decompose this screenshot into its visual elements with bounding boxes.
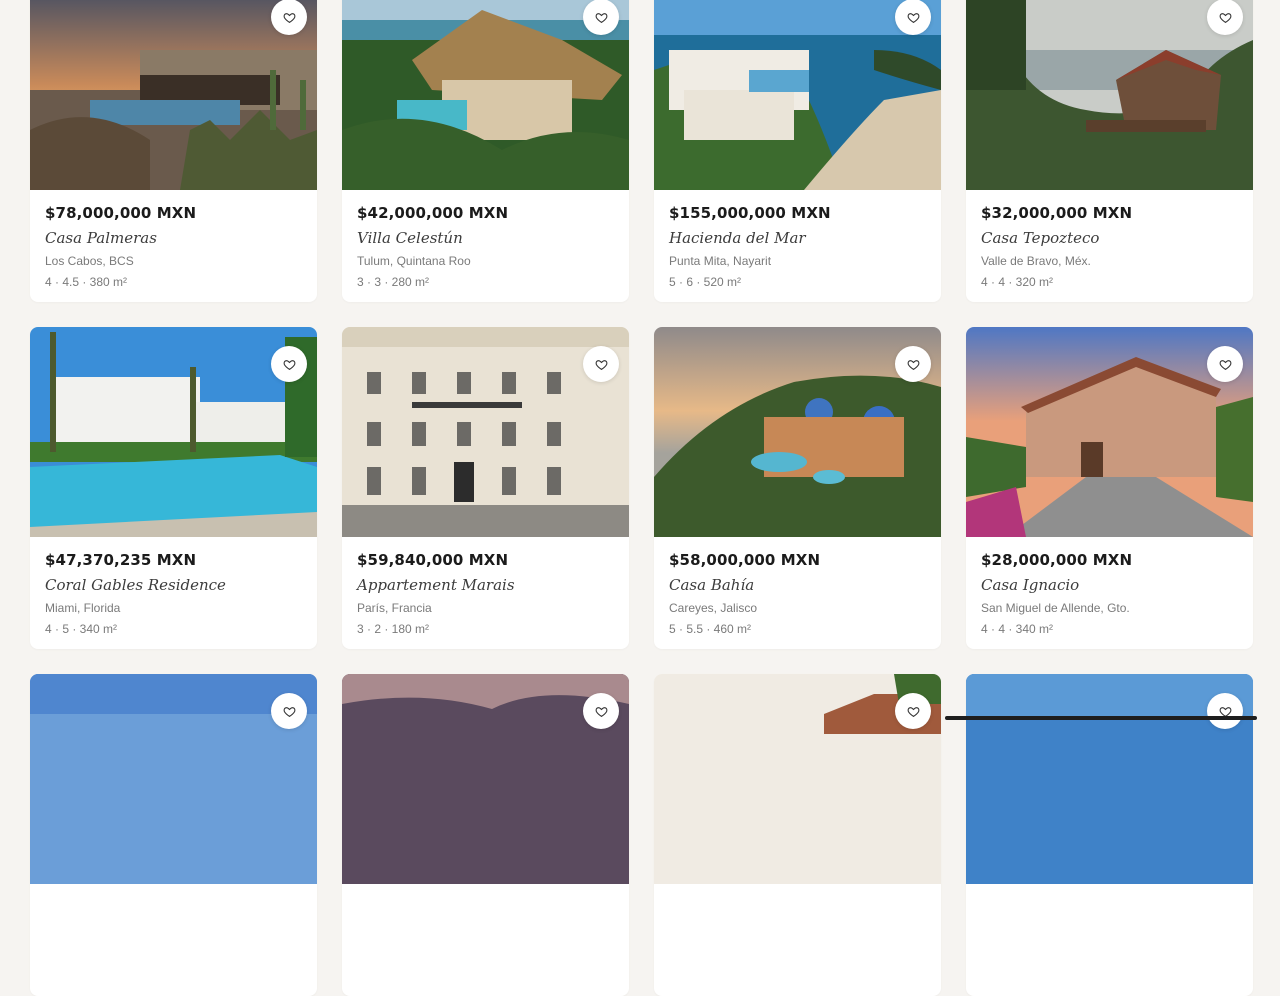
listing-location: Punta Mita, Nayarit xyxy=(669,254,772,268)
listing-info: $58,000,000 MXN Casa Bahía Careyes, Jali… xyxy=(654,537,941,636)
listing-card[interactable] xyxy=(30,674,317,996)
heart-outline-icon xyxy=(907,706,919,717)
listing-price: $155,000,000 MXN xyxy=(669,204,831,222)
listing-name[interactable]: Coral Gables Residence xyxy=(45,576,302,594)
favorite-button[interactable] xyxy=(271,346,307,382)
heart-outline-icon xyxy=(283,12,295,23)
favorite-button[interactable] xyxy=(583,693,619,729)
listing-info xyxy=(966,884,1253,898)
heart-outline-icon xyxy=(907,12,919,23)
favorite-button[interactable] xyxy=(895,693,931,729)
listing-location: Careyes, Jalisco xyxy=(669,601,758,615)
listing-photo-image xyxy=(966,0,1253,190)
listing-card[interactable] xyxy=(342,674,629,996)
listing-info: $78,000,000 MXN Casa Palmeras Los Cabos,… xyxy=(30,190,317,289)
listing-info: $28,000,000 MXN Casa Ignacio San Miguel … xyxy=(966,537,1253,636)
listing-photo[interactable] xyxy=(654,674,941,884)
listing-name[interactable]: Hacienda del Mar xyxy=(669,229,926,247)
listing-photo-image xyxy=(30,0,317,190)
listing-location: San Miguel de Allende, Gto. xyxy=(981,601,1130,615)
favorite-button[interactable] xyxy=(1207,0,1243,35)
listing-specs: 5 · 6 · 520 m² xyxy=(669,275,742,289)
listing-photo[interactable] xyxy=(654,0,941,190)
heart-outline-icon xyxy=(283,706,295,717)
heart-outline-icon xyxy=(595,12,607,23)
listing-info: $59,840,000 MXN Appartement Marais París… xyxy=(342,537,629,636)
listing-card[interactable]: $47,370,235 MXN Coral Gables Residence M… xyxy=(30,327,317,649)
heart-outline-icon xyxy=(1219,12,1231,23)
heart-outline-icon xyxy=(907,359,919,370)
heart-outline-icon xyxy=(283,359,295,370)
listing-card[interactable]: $78,000,000 MXN Casa Palmeras Los Cabos,… xyxy=(30,0,317,302)
heart-outline-icon xyxy=(595,359,607,370)
listing-price: $32,000,000 MXN xyxy=(981,204,1133,222)
listing-photo[interactable] xyxy=(342,674,629,884)
listing-card[interactable]: $32,000,000 MXN Casa Tepozteco Valle de … xyxy=(966,0,1253,302)
listing-location: Tulum, Quintana Roo xyxy=(357,254,471,268)
listing-specs: 5 · 5.5 · 460 m² xyxy=(669,622,752,636)
listing-specs: 4 · 4 · 340 m² xyxy=(981,622,1054,636)
listing-specs: 3 · 2 · 180 m² xyxy=(357,622,430,636)
listing-name[interactable]: Casa Palmeras xyxy=(45,229,302,247)
listing-card[interactable] xyxy=(966,674,1253,996)
favorite-button[interactable] xyxy=(1207,346,1243,382)
favorite-button[interactable] xyxy=(895,346,931,382)
listing-info xyxy=(654,884,941,898)
listing-photo[interactable] xyxy=(342,327,629,537)
listing-card[interactable]: $59,840,000 MXN Appartement Marais París… xyxy=(342,327,629,649)
listing-specs: 4 · 5 · 340 m² xyxy=(45,622,118,636)
listing-location: Los Cabos, BCS xyxy=(45,254,134,268)
listing-price: $47,370,235 MXN xyxy=(45,551,197,569)
listing-price: $78,000,000 MXN xyxy=(45,204,197,222)
listing-info xyxy=(342,884,629,898)
listing-name[interactable]: Villa Celestún xyxy=(357,229,614,247)
listing-photo[interactable] xyxy=(966,674,1253,884)
listings-grid: $78,000,000 MXN Casa Palmeras Los Cabos,… xyxy=(30,0,1253,996)
listing-photo-image xyxy=(654,0,941,190)
favorite-button[interactable] xyxy=(271,0,307,35)
listing-info: $47,370,235 MXN Coral Gables Residence M… xyxy=(30,537,317,636)
listing-info: $155,000,000 MXN Hacienda del Mar Punta … xyxy=(654,190,941,289)
listing-name[interactable]: Casa Bahía xyxy=(669,576,926,594)
listing-card[interactable] xyxy=(654,674,941,996)
favorite-button[interactable] xyxy=(895,0,931,35)
listing-location: París, Francia xyxy=(357,601,432,615)
listing-location: Valle de Bravo, Méx. xyxy=(981,254,1091,268)
listing-photo[interactable] xyxy=(654,327,941,537)
listing-photo[interactable] xyxy=(966,0,1253,190)
listing-card[interactable]: $58,000,000 MXN Casa Bahía Careyes, Jali… xyxy=(654,327,941,649)
floating-toolbar-edge[interactable] xyxy=(945,716,1257,720)
listing-specs: 3 · 3 · 280 m² xyxy=(357,275,430,289)
favorite-button[interactable] xyxy=(271,693,307,729)
listing-price: $59,840,000 MXN xyxy=(357,551,509,569)
heart-outline-icon xyxy=(595,706,607,717)
listing-photo[interactable] xyxy=(30,674,317,884)
heart-outline-icon xyxy=(1219,359,1231,370)
listing-photo-image xyxy=(342,0,629,190)
listing-price: $28,000,000 MXN xyxy=(981,551,1133,569)
listing-price: $42,000,000 MXN xyxy=(357,204,509,222)
listing-name[interactable]: Appartement Marais xyxy=(357,576,614,594)
favorite-button[interactable] xyxy=(583,0,619,35)
listing-name[interactable]: Casa Tepozteco xyxy=(981,229,1238,247)
listing-photo[interactable] xyxy=(342,0,629,190)
listing-info xyxy=(30,884,317,898)
favorite-button[interactable] xyxy=(583,346,619,382)
listing-price: $58,000,000 MXN xyxy=(669,551,821,569)
listing-info: $42,000,000 MXN Villa Celestún Tulum, Qu… xyxy=(342,190,629,289)
listing-photo[interactable] xyxy=(966,327,1253,537)
listing-photo[interactable] xyxy=(30,0,317,190)
listing-card[interactable]: $155,000,000 MXN Hacienda del Mar Punta … xyxy=(654,0,941,302)
listing-card[interactable]: $42,000,000 MXN Villa Celestún Tulum, Qu… xyxy=(342,0,629,302)
listing-info: $32,000,000 MXN Casa Tepozteco Valle de … xyxy=(966,190,1253,289)
listing-card[interactable]: $28,000,000 MXN Casa Ignacio San Miguel … xyxy=(966,327,1253,649)
favorite-button[interactable] xyxy=(1207,693,1243,729)
listing-name[interactable]: Casa Ignacio xyxy=(981,576,1238,594)
listing-specs: 4 · 4.5 · 380 m² xyxy=(45,275,128,289)
listing-location: Miami, Florida xyxy=(45,601,121,615)
listing-specs: 4 · 4 · 320 m² xyxy=(981,275,1054,289)
listing-photo[interactable] xyxy=(30,327,317,537)
